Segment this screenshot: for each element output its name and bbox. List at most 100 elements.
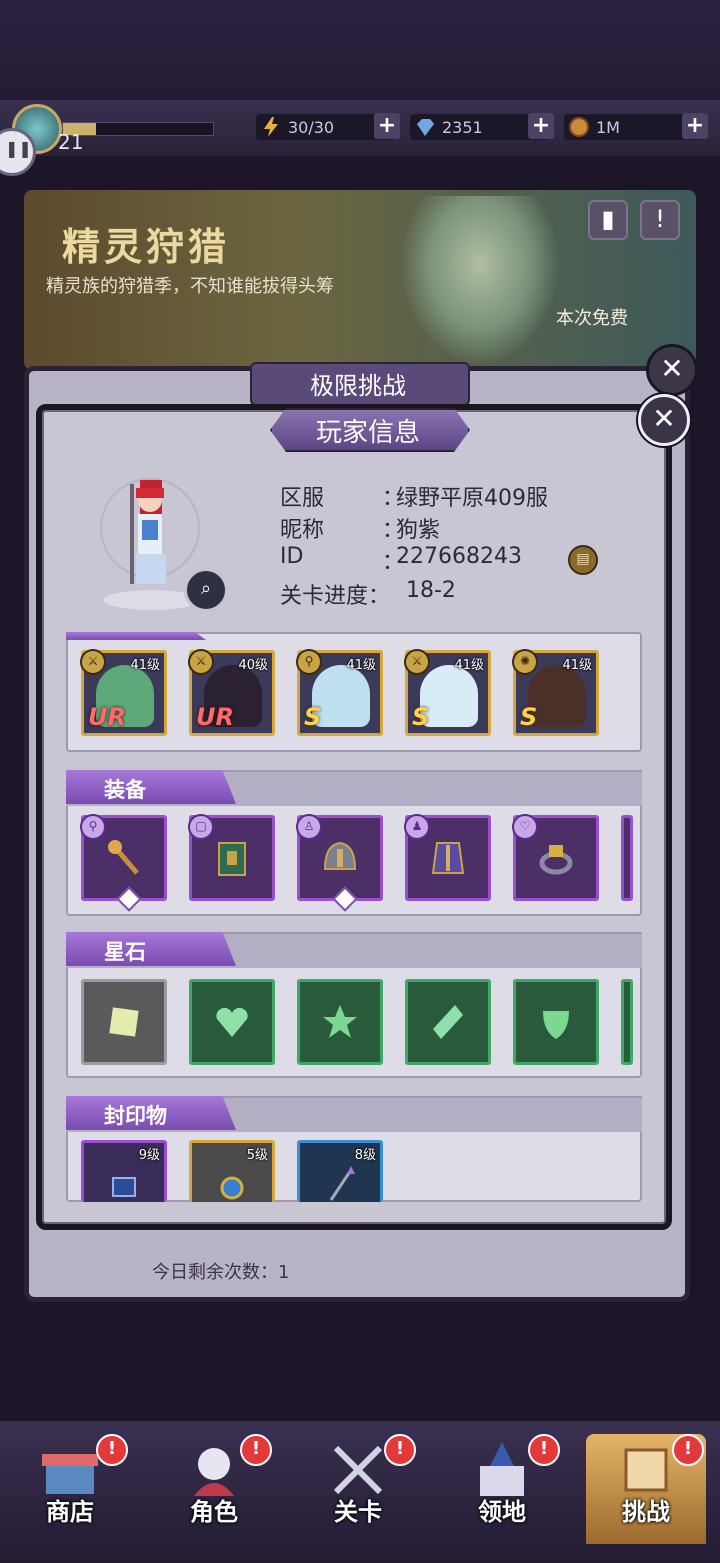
exp-bar (62, 122, 214, 136)
coin-icon (569, 117, 589, 137)
nav-label: 商店 (46, 1498, 94, 1526)
scepter-icon (108, 840, 139, 875)
nav-stage[interactable]: ! 关卡 (298, 1434, 418, 1544)
id-label: ID (280, 544, 304, 569)
remaining-attempts: 今日剩余次数：1 (152, 1262, 290, 1283)
hero-slot-1[interactable]: ⚔ 41级 UR (80, 649, 167, 736)
hero-slot-4[interactable]: ⚔ 41级 S (404, 649, 491, 736)
nav-challenge[interactable]: ! 挑战 (586, 1434, 706, 1544)
star-stones-tab (66, 932, 236, 966)
seal-level: 8级 (354, 1148, 376, 1163)
hero-rarity: UR (88, 703, 126, 731)
equipment-title: 装备 (104, 778, 146, 802)
stamina-value: 30/30 (288, 118, 335, 137)
star-stone-slot-4[interactable] (405, 979, 491, 1065)
seal-slot-3[interactable]: 8级 (297, 1140, 383, 1202)
heroes-tab-strip (66, 632, 206, 640)
magic-type-icon: ✺ (512, 649, 538, 675)
staff-type-icon: ⚲ (296, 649, 322, 675)
add-diamond-button[interactable]: + (528, 113, 554, 139)
hero-rarity: S (304, 703, 322, 731)
spear-icon (329, 1166, 355, 1201)
helmet-slot-icon: ♙ (296, 814, 322, 840)
star-stone-slot-1[interactable] (81, 979, 167, 1065)
close-behind-button[interactable]: ✕ (646, 344, 698, 396)
player-level: 21 (58, 130, 84, 154)
nav-territory[interactable]: ! 领地 (442, 1434, 562, 1544)
nav-label: 领地 (478, 1498, 526, 1526)
seal-level: 5级 (246, 1148, 268, 1163)
equipment-slot-1[interactable]: ⚲ (80, 814, 167, 912)
equipment-slot-2[interactable]: ▢ (188, 814, 275, 901)
hero-slot-2[interactable]: ⚔ 40级 UR (188, 649, 275, 736)
hero-level: 41级 (562, 658, 592, 673)
star-gem-icon (323, 1005, 357, 1038)
nickname-label: 昵称 (280, 518, 325, 543)
server-value: 绿野平原409服 (396, 486, 548, 511)
add-gold-button[interactable]: + (682, 113, 708, 139)
notification-badge: ! (96, 1434, 128, 1466)
weapon-slot-icon: ⚲ (80, 814, 106, 840)
star-stone-slot-5[interactable] (513, 979, 599, 1065)
star-stone-slot-6-partial[interactable] (621, 979, 633, 1065)
equipment-slot-3[interactable]: ♙ (296, 814, 383, 912)
banner-subtitle: 精灵族的狩猎季，不知谁能拔得头筹 (46, 276, 334, 297)
stage-progress-value: 18-2 (406, 578, 456, 603)
scroll-icon (624, 1448, 668, 1492)
close-button[interactable]: ✕ (638, 394, 690, 446)
add-stamina-button[interactable]: + (374, 113, 400, 139)
stage-progress-label: 关卡进度： (280, 584, 391, 609)
info-icon[interactable]: ! (640, 200, 680, 240)
star-stone-slot-2[interactable] (189, 979, 275, 1065)
lightning-icon (264, 117, 278, 137)
copy-id-icon[interactable]: ▤ (568, 545, 598, 575)
equipment-tab (66, 770, 236, 804)
background (0, 0, 720, 100)
equipment-slot-5[interactable]: ♡ (512, 814, 599, 901)
nickname-value: 狗紫 (396, 518, 441, 543)
equipment-slot-4[interactable]: ♟ (404, 814, 491, 901)
nav-label: 关卡 (334, 1498, 382, 1526)
gold-resource: 1M + (564, 113, 708, 140)
seal-slot-2[interactable]: 5级 (189, 1140, 275, 1202)
ring-slot-icon: ♡ (512, 814, 538, 840)
star-stone-slot-3[interactable] (297, 979, 383, 1065)
hero-slot-3[interactable]: ⚲ 41级 S (296, 649, 383, 736)
star-stones-title: 星石 (104, 940, 146, 964)
seal-level: 9级 (138, 1148, 160, 1163)
magnify-icon[interactable]: ⌕ (184, 568, 228, 612)
id-value: 227668243 (396, 544, 522, 569)
diamond-resource: 2351 + (410, 113, 554, 140)
nav-character[interactable]: ! 角色 (154, 1434, 274, 1544)
modal-title: 玩家信息 (315, 418, 420, 448)
hero-rarity: S (520, 703, 538, 731)
banner-free-label: 本次免费 (556, 308, 628, 329)
banner-character-image (400, 196, 560, 366)
hero-slot-5[interactable]: ✺ 41级 S (512, 649, 599, 736)
hero-level: 41级 (130, 658, 160, 673)
shield-gem-icon (543, 1011, 569, 1039)
castle-icon (480, 1442, 524, 1496)
server-label: 区服 (280, 486, 325, 511)
amulet-icon (220, 1176, 244, 1200)
notification-badge: ! (384, 1434, 416, 1466)
nav-label: 挑战 (622, 1498, 670, 1526)
book-icon (218, 842, 246, 876)
swords-icon (333, 1445, 383, 1495)
seal-slot-1[interactable]: 9级 (81, 1140, 167, 1202)
diamond-gem-icon (433, 1005, 463, 1039)
armor-slot-icon: ♟ (404, 814, 430, 840)
behind-panel-title: 极限挑战 (310, 372, 406, 400)
hero-level: 41级 (454, 658, 484, 673)
equipment-slot-6-partial[interactable] (621, 815, 633, 901)
stamina-resource: 30/30 + (256, 113, 400, 140)
heart-gem-icon (216, 1007, 248, 1037)
diamond-value: 2351 (442, 118, 483, 137)
diamond-icon (417, 119, 434, 136)
hero-rarity: UR (196, 703, 234, 731)
notification-badge: ! (672, 1434, 704, 1466)
ranking-icon[interactable]: ▮ (588, 200, 628, 240)
square-gem-icon (109, 1007, 139, 1037)
nav-shop[interactable]: ! 商店 (10, 1434, 130, 1544)
ring-icon (539, 845, 573, 875)
